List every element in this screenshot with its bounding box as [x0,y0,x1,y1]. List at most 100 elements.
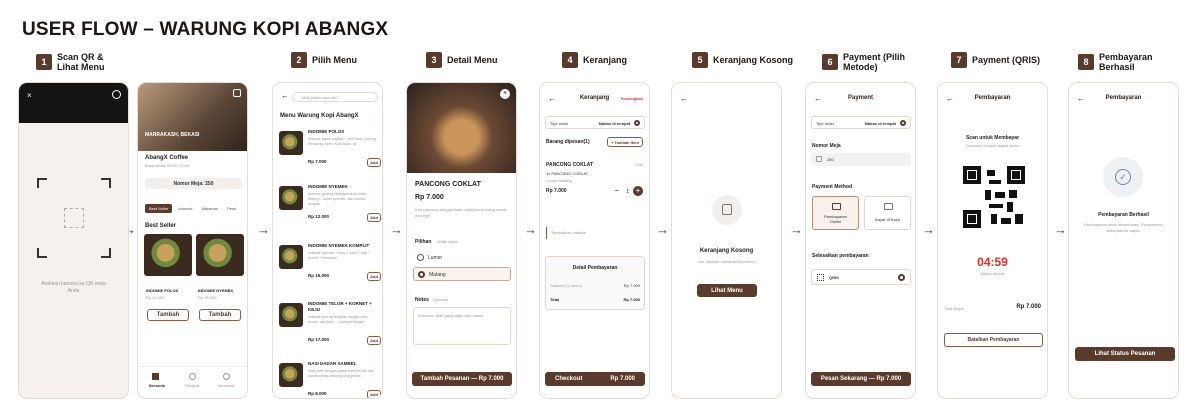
view-order-status-button[interactable]: Lihat Status Pesanan [1075,347,1175,361]
product-price: Rp 7.000 [415,194,444,201]
order-now-button[interactable]: Pesan Sekarang — Rp 7.000 [811,372,911,386]
notes-textarea[interactable]: Example: Mau yang agak dikit manis [413,307,511,345]
radio-lumer[interactable] [417,254,424,261]
step-6-label: 6 Payment (Pilih Metode) [822,52,913,72]
cancel-payment-button[interactable]: Batalkan Pembayaran [944,333,1043,347]
cart-item-price: Rp 7.000 [546,188,567,194]
food-image [279,303,303,327]
step-3-label: 3 Detail Menu [426,52,498,68]
empty-cart-icon [712,195,742,225]
choice-hint: Wajib dipilih [437,239,459,244]
tab-persi[interactable]: Persi [224,204,239,213]
items-label: Barang dipesan(1) [546,139,590,145]
food-image [279,131,303,155]
back-icon[interactable]: ← [680,94,688,103]
minus-button[interactable]: − [614,186,619,195]
nav-item-beranda[interactable]: Beranda [149,383,165,388]
add-button[interactable]: Add [367,213,381,222]
store-photo [138,83,247,151]
info-icon [223,373,230,380]
share-icon[interactable] [233,89,241,97]
menu-item-desc: Indomie klasik original + pilih rasa: Go… [308,137,377,146]
note-input[interactable]: Tambahkan catatan [551,230,586,235]
menu-item-name: INDOMIE TELOR + KORNET + KEJU [308,301,372,312]
total-label: Total Bayar [944,306,965,311]
flow-arrow: → [1054,222,1067,237]
flow-arrow: → [524,222,537,237]
back-icon[interactable]: ← [281,91,289,100]
timer-hint: Waktu tersisa [980,271,1005,276]
menu-item-price: Rp 8.000 [308,391,327,396]
cart-item-name: PANCONG COKLAT [546,162,594,168]
category-tabs: Best Seller Indomie Makanan Persi [145,204,239,213]
flow-arrow: → [390,222,403,237]
total-amount: Rp 7.000 [1016,304,1041,310]
table-field[interactable]: 250 [811,153,911,166]
success-title: Pembayaran [1105,95,1142,101]
close-icon[interactable]: × [500,89,510,99]
empty-desc: Yuk, tambah makanan favoritmu! [697,259,756,264]
step-2-label: 2 Pilih Menu [291,52,357,68]
qr-placeholder-icon [64,208,84,228]
flow-arrow: → [656,222,669,237]
camera-header [19,83,128,123]
check-icon: ✓ [1115,169,1131,185]
step-1-label: 1 Scan QR & Lihat Menu [36,52,127,72]
success-desc: Pembayaran telah dikonfirmasi. Pesananmu… [1084,222,1163,233]
add-button[interactable]: Add [367,158,381,167]
tab-best-seller[interactable]: Best Seller [145,204,173,213]
view-menu-button[interactable]: Lihat Menu [697,284,757,297]
screen-cart: ← Keranjang Kosongkan Tipe order Makan d… [539,82,650,399]
nav-item-informasi[interactable]: Informasi [218,383,234,388]
home-icon [152,373,159,380]
add-button[interactable]: Tambah [147,309,189,321]
screen-menu-list: ← Mau pesan apa nih? Menu Warung Kopi Ab… [272,82,383,399]
qris-title: Pembayaran [974,95,1011,101]
flow-arrow: → [257,222,270,237]
menu-item-price: Rp 17.000 [308,337,330,342]
method-cashier[interactable]: Bayar di Kasir [864,196,911,230]
method-online[interactable]: Pembayaran Online [812,196,859,230]
qris-option[interactable]: QRIS [811,269,911,285]
cashier-icon [884,203,893,210]
add-item-button[interactable]: + Tambah Item [607,137,643,147]
countdown-timer: 04:59 [977,255,1008,269]
plus-button[interactable]: + [633,186,643,196]
history-icon [189,373,196,380]
cart-item-qty: 1x PANCONG COKLAT [546,171,589,176]
tab-makanan[interactable]: Makanan [199,204,221,213]
edit-link[interactable]: Edit [636,162,643,167]
empty-title: Keranjang Kosong [699,248,754,254]
flash-icon[interactable] [112,90,121,99]
nav-item-riwayat[interactable]: Riwayat [185,383,199,388]
page-title: USER FLOW – WARUNG KOPI ABANGX [22,19,389,40]
menu-item-desc: Indomie nyemek + telur + sawi + keju + k… [308,251,371,260]
add-button[interactable]: Add [367,272,381,281]
screen-payment-qris: ← Pembayaran Scan untuk Membayar Gunakan… [937,82,1048,399]
menu-item-price: Rp 7.000 [308,159,327,164]
item-price: Rp 10.000 [146,295,165,300]
payment-title: Payment [847,95,873,101]
close-icon[interactable]: × [27,91,32,100]
screen-menu-detail: × PANCONG COKLAT Rp 7.000 Kue pancong de… [406,82,517,399]
search-input[interactable]: Mau pesan apa nih? [292,92,378,102]
store-location: MARRAKASH, BEKASI [145,132,200,138]
checkout-button[interactable]: Checkout Rp 7.000 [545,372,645,386]
menu-item-price: Rp 16.000 [308,273,330,278]
add-button[interactable]: Add [367,336,381,345]
option-matang-selected[interactable]: Matang [413,267,511,281]
store-hours: Buka setiap 08:00–22:00 [145,163,190,168]
add-button[interactable]: Tambah [199,309,241,321]
order-type-box[interactable]: Tipe order Makan di tempat [811,116,911,129]
order-type-box[interactable]: Tipe order Makan di tempat [545,116,645,129]
food-image [196,234,244,276]
scan-title: Scan untuk Membayar [965,135,1020,141]
add-to-order-button[interactable]: Tambah Pesanan — Rp 7.000 [412,372,512,386]
tab-indomie[interactable]: Indomie [175,204,195,213]
menu-item-desc: Indomie goreng setengah kuah khas AbangX… [308,192,367,206]
menu-item-name: NASI DADAR SAMBEL [308,361,357,366]
clear-cart-link[interactable]: Kosongkan [621,96,643,101]
add-button[interactable]: Add [367,390,381,398]
step-8-label: 8 Pembayaran Berhasil [1078,52,1189,72]
item-price: Rp 14.000 [198,295,217,300]
